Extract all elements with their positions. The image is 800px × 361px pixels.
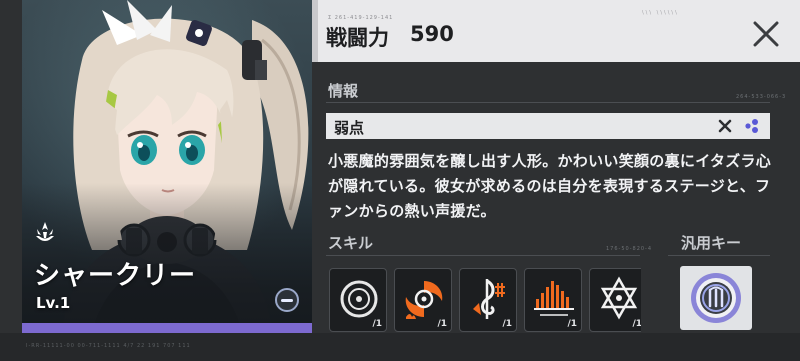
header-micro-code-2: \\\ \\\\\\	[642, 10, 679, 16]
character-name: シャークリー	[34, 261, 197, 291]
header-bar: Σ 261-419-129-141 \\\ \\\\\\ 戦闘力 590	[312, 0, 800, 62]
skill-slot-1[interactable]: /1	[329, 268, 387, 332]
skills-section-title: スキル	[328, 234, 374, 252]
skills-divider	[326, 255, 640, 256]
info-divider	[326, 102, 770, 103]
power-label: 戦闘力	[326, 26, 389, 50]
music-note-icon	[473, 279, 505, 319]
general-key-slot[interactable]	[680, 266, 752, 330]
fire-vortex-icon	[405, 281, 443, 319]
skill-count: /1	[372, 319, 382, 329]
weakness-label: 弱点	[334, 119, 365, 137]
minus-button[interactable]	[275, 288, 299, 312]
skill-count: /1	[502, 319, 512, 329]
general-key-title: 汎用キー	[681, 234, 742, 252]
close-icon[interactable]	[752, 20, 780, 48]
character-portrait: シャークリー Lv.1	[22, 0, 312, 333]
skill-list: /1 /1 /1 /1 /1	[329, 268, 641, 332]
skill-slot-3[interactable]: /1	[459, 268, 517, 332]
skill-count: /1	[567, 319, 577, 329]
level-progress-bar	[22, 323, 312, 333]
character-level: Lv.1	[36, 294, 71, 312]
info-code: 264-533-066-3	[736, 94, 787, 100]
minus-icon	[281, 298, 293, 302]
slash-cross-icon	[718, 119, 732, 133]
target-ring-icon	[340, 280, 378, 318]
star-emblem-icon	[600, 276, 638, 320]
skills-code: 176-50-820-4	[606, 246, 653, 252]
footer-micro-code: I-RR-11111-00 00-711-1111 4/7 22 191 707…	[26, 343, 191, 349]
skill-slot-4[interactable]: /1	[524, 268, 582, 332]
sound-wave-icon	[534, 281, 574, 316]
class-emblem-icon	[36, 222, 54, 241]
skill-count: /1	[437, 319, 447, 329]
skill-count: /1	[632, 319, 641, 329]
cluster-dots-icon	[745, 119, 758, 133]
skill-slot-2[interactable]: /1	[394, 268, 452, 332]
character-description: 小悪魔的雰囲気を醸し出す人形。かわいい笑顔の裏にイタズラ心が隠れている。彼女が求…	[328, 152, 772, 220]
skill-slot-5[interactable]: /1	[589, 268, 641, 332]
general-key-divider	[668, 255, 770, 256]
info-section-title: 情報	[328, 82, 359, 100]
weakness-row: 弱点	[326, 113, 770, 139]
key-core-icon	[691, 273, 741, 323]
header-accent	[312, 0, 318, 62]
header-micro-code: Σ 261-419-129-141	[328, 15, 394, 21]
power-value: 590	[410, 22, 454, 46]
